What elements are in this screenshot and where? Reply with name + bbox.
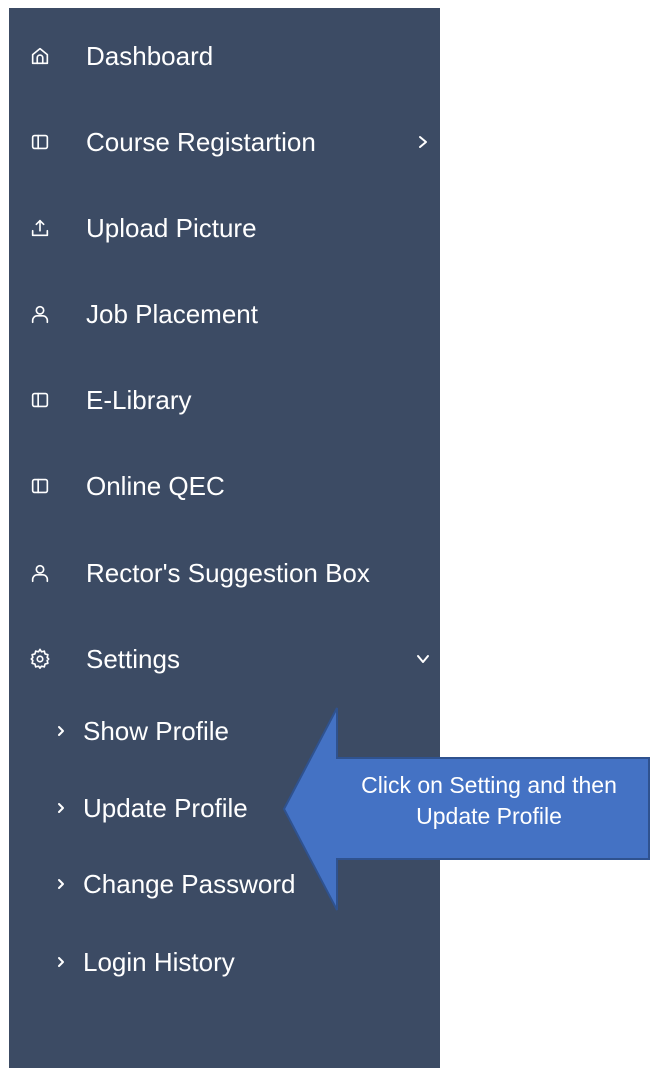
callout-text: Click on Setting and then Update Profile xyxy=(330,770,648,832)
sidebar-item-rectors-suggestion-box[interactable]: Rector's Suggestion Box xyxy=(9,543,440,603)
sidebar-item-course-registration[interactable]: Course Registartion xyxy=(9,112,440,172)
home-icon xyxy=(29,45,51,67)
user-icon xyxy=(29,303,51,325)
chevron-right-icon xyxy=(54,955,68,969)
chevron-down-icon[interactable] xyxy=(416,652,430,666)
sidebar-item-label: Settings xyxy=(86,643,180,674)
sidebar-nav: Dashboard Course Registartion Upload Pic… xyxy=(9,8,440,1068)
panel-icon xyxy=(29,475,51,497)
callout-line-2: Update Profile xyxy=(416,803,562,829)
submenu-item-change-password[interactable]: Change Password xyxy=(9,859,440,909)
sidebar-item-e-library[interactable]: E-Library xyxy=(9,370,440,430)
chevron-right-icon[interactable] xyxy=(416,135,430,149)
submenu-item-label: Update Profile xyxy=(83,792,248,823)
gear-icon xyxy=(29,648,51,670)
submenu-item-label: Login History xyxy=(83,946,235,977)
sidebar-item-job-placement[interactable]: Job Placement xyxy=(9,284,440,344)
chevron-right-icon xyxy=(54,724,68,738)
submenu-item-label: Show Profile xyxy=(83,715,229,746)
screenshot-stage: Dashboard Course Registartion Upload Pic… xyxy=(0,0,650,1078)
submenu-item-show-profile[interactable]: Show Profile xyxy=(9,706,440,756)
sidebar-item-settings[interactable]: Settings xyxy=(9,629,440,689)
chevron-right-icon xyxy=(54,877,68,891)
sidebar-item-dashboard[interactable]: Dashboard xyxy=(9,26,440,86)
chevron-right-icon xyxy=(54,801,68,815)
user-icon xyxy=(29,562,51,584)
sidebar-item-label: Dashboard xyxy=(86,40,214,71)
submenu-item-login-history[interactable]: Login History xyxy=(9,937,440,987)
callout-line-1: Click on Setting and then xyxy=(361,772,617,798)
upload-icon xyxy=(29,217,51,239)
sidebar-item-label: Course Registartion xyxy=(86,126,316,157)
sidebar-item-label: Job Placement xyxy=(86,298,258,329)
sidebar-item-upload-picture[interactable]: Upload Picture xyxy=(9,198,440,258)
sidebar-item-label: Rector's Suggestion Box xyxy=(86,557,370,588)
sidebar-item-label: Upload Picture xyxy=(86,212,257,243)
sidebar-item-label: Online QEC xyxy=(86,470,225,501)
submenu-item-label: Change Password xyxy=(83,868,296,899)
panel-icon xyxy=(29,389,51,411)
sidebar-item-online-qec[interactable]: Online QEC xyxy=(9,456,440,516)
sidebar-item-label: E-Library xyxy=(86,384,192,415)
panel-icon xyxy=(29,131,51,153)
